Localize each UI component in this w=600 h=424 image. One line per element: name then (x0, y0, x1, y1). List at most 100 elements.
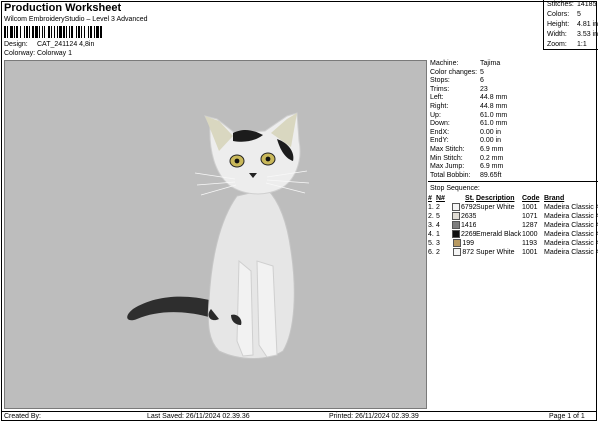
machine-info-value: 89.65ft (480, 171, 502, 179)
color-swatch (453, 239, 462, 248)
design-row: Design: CAT_241124 4,8in (4, 41, 94, 48)
machine-info-label: EndY: (430, 137, 449, 145)
machine-info-label: Total Bobbin: (430, 171, 471, 179)
row-code: 1193 (522, 240, 538, 247)
machine-info-value: 0.00 in (480, 137, 502, 145)
row-stitches-cell: 6792 (452, 203, 476, 212)
machine-info-value: 23 (480, 85, 488, 93)
machine-info-value: 44.8 mm (480, 102, 508, 110)
created-by: Created By: (4, 413, 41, 420)
machine-info-value: 44.8 mm (480, 94, 508, 102)
software-name: Wilcom EmbroideryStudio – Level 3 Advanc… (4, 16, 148, 23)
row-stitches: 872 (462, 249, 474, 256)
summary-value: 4.81 in (576, 21, 599, 28)
col-needle: N# (436, 195, 445, 202)
summary-value: 5 (577, 11, 581, 18)
colorway-row: Colorway: Colorway 1 (4, 50, 72, 57)
machine-info-row: Left: 44.8 mm (428, 94, 598, 103)
machine-info-value: 61.0 mm (480, 111, 508, 119)
printed-date: Printed: 26/11/2024 02.39.39 (329, 413, 419, 420)
machine-info-row: EndX: 0.00 in (428, 129, 598, 138)
summary-row: Width: 3.53 in (544, 30, 598, 40)
row-stitches-cell: 2635 (452, 212, 476, 221)
machine-info-row: Min Stitch: 0.2 mm (428, 155, 598, 164)
design-barcode (4, 26, 127, 38)
summary-row: Zoom: 1:1 (544, 40, 598, 50)
row-brand: Madeira Classic 40 (544, 222, 598, 229)
summary-value: 14185 (577, 1, 597, 8)
machine-info-row: Max Stitch: 6.9 mm (428, 146, 598, 155)
machine-info-row: Up: 61.0 mm (428, 112, 598, 121)
row-stitches: 2635 (461, 213, 476, 220)
table-row: 6. 2 872 Super White 1001 Madeira Classic 40 (428, 248, 598, 257)
page-number: Page 1 of 1 (549, 413, 585, 420)
table-row: 1. 2 6792 Super White 1001 Madeira Classic 40 (428, 203, 598, 212)
machine-info-label: Down: (430, 120, 450, 128)
row-stitches: 1416 (461, 222, 476, 229)
machine-info-row: Machine: Tajima (428, 60, 598, 69)
row-index: 2. (428, 213, 434, 220)
color-swatch (452, 230, 460, 239)
row-stitches: 2269 (461, 231, 476, 238)
row-index: 4. (428, 231, 434, 238)
machine-info-row: EndY: 0.00 in (428, 137, 598, 146)
row-code: 1287 (522, 222, 538, 229)
stop-sequence: Stop Sequence: # N# St. Description Code… (428, 184, 598, 257)
row-stitches-cell: 2269 (452, 230, 476, 239)
summary-label: Colors: (547, 11, 570, 18)
machine-info-value: 5 (480, 68, 484, 76)
machine-info: Machine: Tajima Color changes: 5 Stops: 6 Trim… (428, 60, 598, 183)
machine-info-row: Right: 44.8 mm (428, 103, 598, 112)
page-title: Production Worksheet (4, 2, 122, 14)
stop-sequence-title: Stop Sequence: (430, 185, 480, 192)
machine-info-row: Stops: 6 (428, 77, 598, 86)
machine-info-value: 6 (480, 77, 484, 85)
stop-sequence-header: # N# St. Description Code Brand (428, 194, 598, 203)
row-brand: Madeira Classic 40 (544, 249, 598, 256)
design-value: CAT_241124 4,8in (37, 41, 95, 48)
machine-info-label: Stops: (430, 77, 450, 85)
summary-value: 3.53 in (576, 31, 599, 38)
summary-row: Height: 4.81 in (544, 20, 598, 30)
row-brand: Madeira Classic 40 (544, 204, 598, 211)
row-description (476, 212, 522, 221)
row-needle: 2 (436, 249, 440, 256)
divider (428, 181, 598, 183)
table-row: 2. 5 2635 1071 Madeira Classic 40 (428, 212, 598, 221)
design-summary: Stitches: 14185 Colors: 5 Height: 4.81 in Widt… (543, 0, 598, 50)
machine-info-row: Total Bobbin: 89.65ft (428, 172, 598, 181)
table-row: 3. 4 1416 1287 Madeira Classic 40 (428, 221, 598, 230)
row-description (476, 221, 522, 230)
row-description: Super White (476, 204, 515, 211)
col-brand: Brand (544, 195, 565, 202)
machine-info-value: 0.2 mm (480, 154, 504, 162)
table-row: 4. 1 2269 Emerald Black 1000 Madeira Classic … (428, 230, 598, 239)
machine-info-value: 6.9 mm (480, 145, 504, 153)
row-needle: 5 (436, 213, 440, 220)
machine-info-value: 6.9 mm (480, 163, 504, 171)
machine-info-label: EndX: (430, 128, 450, 136)
row-code: 1001 (522, 204, 538, 211)
summary-row: Stitches: 14185 (544, 0, 598, 10)
machine-info-row: Trims: 23 (428, 86, 598, 95)
summary-row: Colors: 5 (544, 10, 598, 20)
machine-info-label: Machine: (430, 60, 459, 67)
row-needle: 3 (436, 240, 440, 247)
row-stitches: 6792 (461, 204, 476, 211)
cat-embroidery-image (127, 112, 310, 359)
table-row: 5. 3 199 1193 Madeira Classic 40 (428, 239, 598, 248)
row-code: 1071 (522, 213, 538, 220)
machine-info-row: Max Jump: 6.9 mm (428, 163, 598, 172)
row-brand: Madeira Classic 40 (544, 213, 598, 220)
row-needle: 1 (436, 231, 440, 238)
row-brand: Madeira Classic 40 (544, 231, 598, 238)
summary-label: Stitches: (547, 1, 574, 8)
colorway-value: Colorway 1 (37, 50, 73, 57)
row-index: 1. (428, 204, 434, 211)
summary-label: Height: (547, 21, 570, 28)
summary-label: Zoom: (547, 41, 567, 48)
row-index: 5. (428, 240, 434, 247)
row-code: 1000 (522, 231, 538, 238)
machine-info-label: Max Jump: (430, 163, 465, 171)
col-code: Code (522, 195, 540, 202)
